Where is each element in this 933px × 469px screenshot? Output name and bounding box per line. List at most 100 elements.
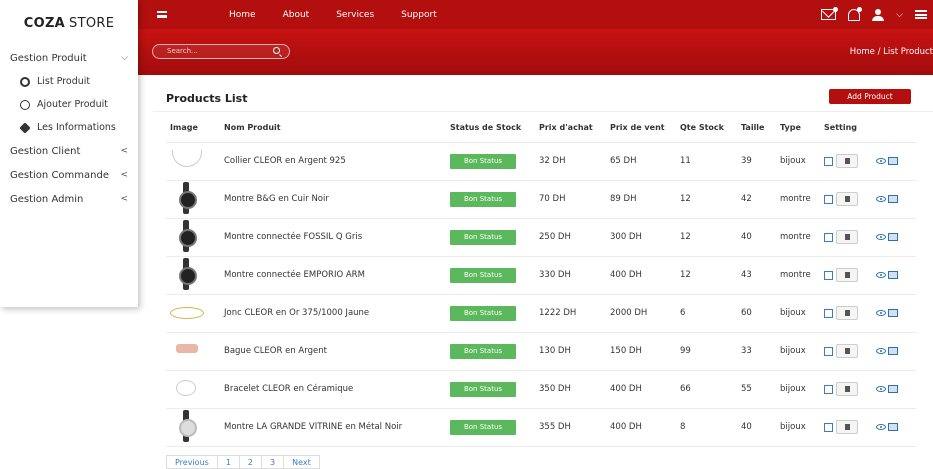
user-icon[interactable] [872,8,885,21]
product-image [170,334,202,366]
status-badge: Bon Status [450,381,516,397]
edit-icon[interactable] [824,346,833,356]
notification-dot [833,7,839,12]
view-cell [876,332,916,371]
brand-logo[interactable]: COZA STORE [0,0,138,46]
col-view [876,113,916,143]
notification-dot [857,6,863,12]
edit-icon[interactable] [824,384,833,394]
nav-label: Gestion Commande [10,169,109,181]
bars-icon[interactable] [915,10,927,19]
eye-icon[interactable] [876,271,886,278]
sub-item-les-informations[interactable]: Les Informations [0,116,138,139]
header-band: Home / List Product [138,29,933,75]
image-icon[interactable] [888,270,898,279]
table-row: Collier CLEOR en Argent 925 Bon Status 32 … [166,142,916,181]
edit-icon[interactable] [824,232,833,242]
nav-link-support[interactable]: Support [401,10,437,20]
product-image [170,372,202,404]
delete-button[interactable] [836,344,858,358]
col-prix-vent: Prix de vent [610,113,680,143]
eye-icon[interactable] [876,423,886,430]
col-setting: Setting [824,113,876,143]
delete-button[interactable] [836,382,858,396]
col-qte-stock: Qte Stock [680,113,741,143]
mail-icon[interactable] [821,7,839,20]
delete-button[interactable] [836,230,858,244]
product-image [170,296,204,328]
brand-bold: COZA [23,15,66,31]
nav-link-about[interactable]: About [283,10,310,20]
sub-item-label: Ajouter Produit [37,99,108,110]
eye-icon[interactable] [876,385,886,392]
delete-button[interactable] [836,192,858,206]
image-icon[interactable] [888,422,898,431]
status-cell: Bon Status [450,294,539,333]
bell-icon[interactable] [848,6,863,21]
eye-icon[interactable] [876,309,886,316]
image-icon[interactable] [888,194,898,203]
menu-toggle-icon[interactable] [157,11,167,18]
table-row: Bracelet CLEOR en Céramique Bon Status 350… [166,370,916,409]
status-badge: Bon Status [450,419,516,435]
col-status: Status de Stock [450,113,539,143]
table-row: Bague CLEOR en Argent Bon Status 130 DH 150… [166,332,916,371]
image-icon[interactable] [888,384,898,393]
product-name: Montre connectée FOSSIL Q Gris [224,218,450,257]
nav-gestion-produit[interactable]: Gestion Produit ⌵ [0,46,138,70]
edit-icon[interactable] [824,422,833,432]
product-name: Bague CLEOR en Argent [224,332,450,371]
col-image: Image [166,113,224,143]
qte-stock: 8 [680,408,741,447]
product-name: Montre connectée EMPORIO ARM [224,256,450,295]
image-icon[interactable] [888,156,898,165]
eye-icon[interactable] [876,157,886,164]
product-name: Jonc CLEOR en Or 375/1000 Jaune [224,294,450,333]
edit-icon[interactable] [824,308,833,318]
edit-icon[interactable] [824,270,833,280]
setting-cell [824,180,876,219]
caret-down-icon[interactable]: ⌵ [896,10,903,20]
delete-button[interactable] [836,306,858,320]
search-box[interactable] [152,44,290,59]
product-image-cell [166,180,224,219]
setting-cell [824,408,876,447]
top-nav-links: Home About Services Support [229,10,464,20]
nav-gestion-admin[interactable]: Gestion Admin < [0,187,138,211]
delete-button[interactable] [836,154,858,168]
view-cell [876,370,916,409]
nav-gestion-commande[interactable]: Gestion Commande < [0,163,138,187]
image-icon[interactable] [888,308,898,317]
prix-vent: 400 DH [610,370,680,409]
taille: 43 [741,256,780,295]
search-icon[interactable] [273,47,280,54]
eye-icon[interactable] [876,233,886,240]
add-product-button[interactable]: Add Product [829,89,911,104]
table-row: Montre connectée FOSSIL Q Gris Bon Status… [166,218,916,257]
chevron-left-icon: < [120,194,128,204]
delete-button[interactable] [836,268,858,282]
product-image-cell [166,408,224,447]
product-name: Collier CLEOR en Argent 925 [224,142,450,181]
delete-button[interactable] [836,420,858,434]
nav-gestion-client[interactable]: Gestion Client < [0,139,138,163]
search-input[interactable] [167,47,267,55]
table-row: Montre connectée EMPORIO ARM Bon Status 33… [166,256,916,295]
edit-icon[interactable] [824,194,833,204]
sub-item-ajouter-produit[interactable]: Ajouter Produit [0,93,138,116]
eye-icon[interactable] [876,347,886,354]
nav-link-services[interactable]: Services [336,10,374,20]
image-icon[interactable] [888,232,898,241]
qte-stock: 66 [680,370,741,409]
sidebar: COZA STORE Gestion Produit ⌵ List Produi… [0,0,138,307]
edit-icon[interactable] [824,156,833,166]
table-row: Montre LA GRANDE VITRINE en Métal Noir Bo… [166,408,916,447]
image-icon[interactable] [888,346,898,355]
sub-item-list-produit[interactable]: List Produit [0,70,138,93]
eye-icon[interactable] [876,195,886,202]
nav-link-home[interactable]: Home [229,10,256,20]
taille: 39 [741,142,780,181]
prix-achat: 250 DH [539,218,610,257]
status-badge: Bon Status [450,191,516,207]
qte-stock: 6 [680,294,741,333]
